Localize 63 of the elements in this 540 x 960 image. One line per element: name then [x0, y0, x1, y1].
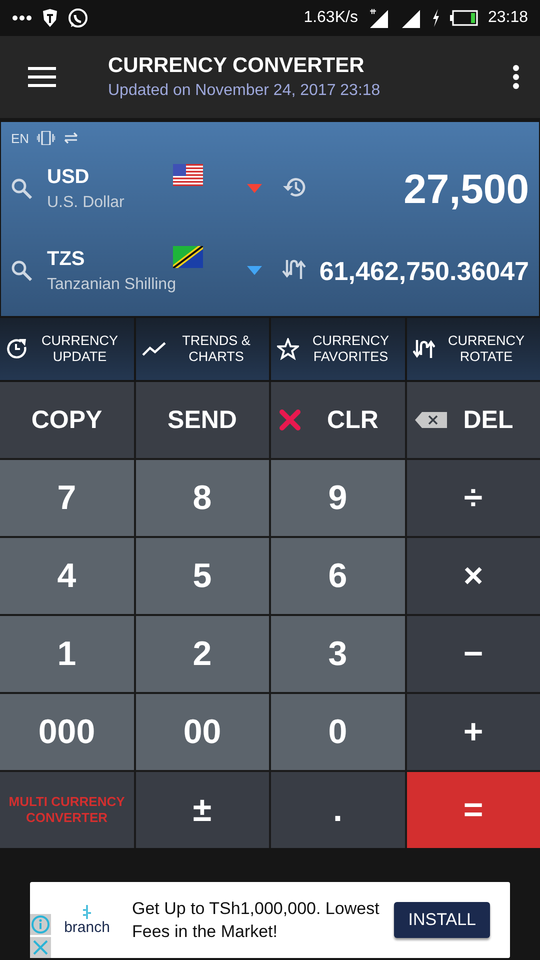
trend-line-icon [142, 342, 166, 356]
install-button[interactable]: INSTALL [394, 902, 490, 938]
action-button[interactable]: CURRENCY ROTATE [406, 318, 540, 380]
chat-icon [68, 8, 88, 28]
vibrate-icon[interactable] [37, 131, 56, 145]
keypad-key[interactable]: COPY [0, 382, 134, 458]
keypad-key[interactable]: 8 [136, 460, 269, 536]
keypad-key[interactable]: 0 [271, 694, 404, 770]
keypad-key[interactable]: 1 [0, 616, 134, 692]
action-button[interactable]: CURRENCY FAVORITES [271, 318, 404, 380]
keypad-key[interactable]: 00 [136, 694, 269, 770]
cross-icon [279, 409, 301, 431]
network-speed: 1.63K/s [304, 9, 358, 27]
keypad-key[interactable]: × [406, 538, 540, 614]
more-icon [12, 15, 32, 21]
amount-value[interactable]: 61,462,750.36047 [306, 256, 529, 286]
keypad-key[interactable]: . [271, 772, 404, 848]
star-icon [277, 338, 299, 360]
keypad-key[interactable]: 000 [0, 694, 134, 770]
keypad-key[interactable]: DEL [406, 382, 540, 458]
signal-icon [368, 8, 390, 28]
currency-code[interactable]: USD [47, 166, 173, 189]
keypad-key[interactable]: 4 [0, 538, 134, 614]
dropdown-caret-icon[interactable] [247, 266, 262, 275]
keypad-key[interactable]: ÷ [406, 460, 540, 536]
action-button[interactable]: CURRENCY UPDATE [0, 318, 134, 380]
keypad-key[interactable]: 2 [136, 616, 269, 692]
charging-icon [432, 9, 440, 27]
keypad-key[interactable]: 7 [0, 460, 134, 536]
currency-code[interactable]: TZS [47, 248, 173, 271]
swap-arrows-icon [412, 338, 434, 360]
update-time: Updated on November 24, 2017 23:18 [108, 82, 382, 100]
amount-value[interactable]: 27,500 [308, 166, 529, 212]
currency-name: Tanzanian Shilling [47, 276, 173, 294]
keypad-key[interactable]: CLR [271, 382, 404, 458]
currency-name: U.S. Dollar [47, 194, 126, 212]
keypad-key[interactable]: 6 [271, 538, 404, 614]
search-icon[interactable] [11, 178, 33, 200]
keypad-key[interactable]: − [406, 616, 540, 692]
language-label[interactable]: EN [11, 130, 30, 146]
brand-logo: branch [64, 918, 110, 936]
search-icon[interactable] [11, 260, 33, 282]
keypad-key[interactable]: 3 [271, 616, 404, 692]
keypad-key[interactable]: ± [136, 772, 269, 848]
keypad-key[interactable]: SEND [136, 382, 269, 458]
action-button[interactable]: TRENDS & CHARTS [136, 318, 269, 380]
battery-icon [450, 10, 478, 26]
overflow-menu-icon[interactable] [512, 65, 520, 89]
flag-icon [173, 246, 203, 268]
keypad-key[interactable]: 5 [136, 538, 269, 614]
backspace-icon [414, 412, 446, 428]
signal-icon [400, 8, 422, 28]
keypad-key[interactable]: + [406, 694, 540, 770]
swap-icon[interactable] [63, 132, 80, 144]
keypad-key[interactable]: 9 [271, 460, 404, 536]
keypad-key[interactable]: = [406, 772, 540, 848]
menu-icon[interactable] [28, 67, 56, 87]
shield-icon [42, 9, 58, 27]
app-title: CURRENCY CONVERTER [108, 54, 366, 78]
flag-icon [173, 164, 203, 186]
ad-text: Get Up to TSh1,000,000. Lowest Fees in the Market! [132, 898, 380, 943]
clock-refresh-icon [6, 338, 28, 360]
clock-time: 23:18 [488, 9, 528, 27]
